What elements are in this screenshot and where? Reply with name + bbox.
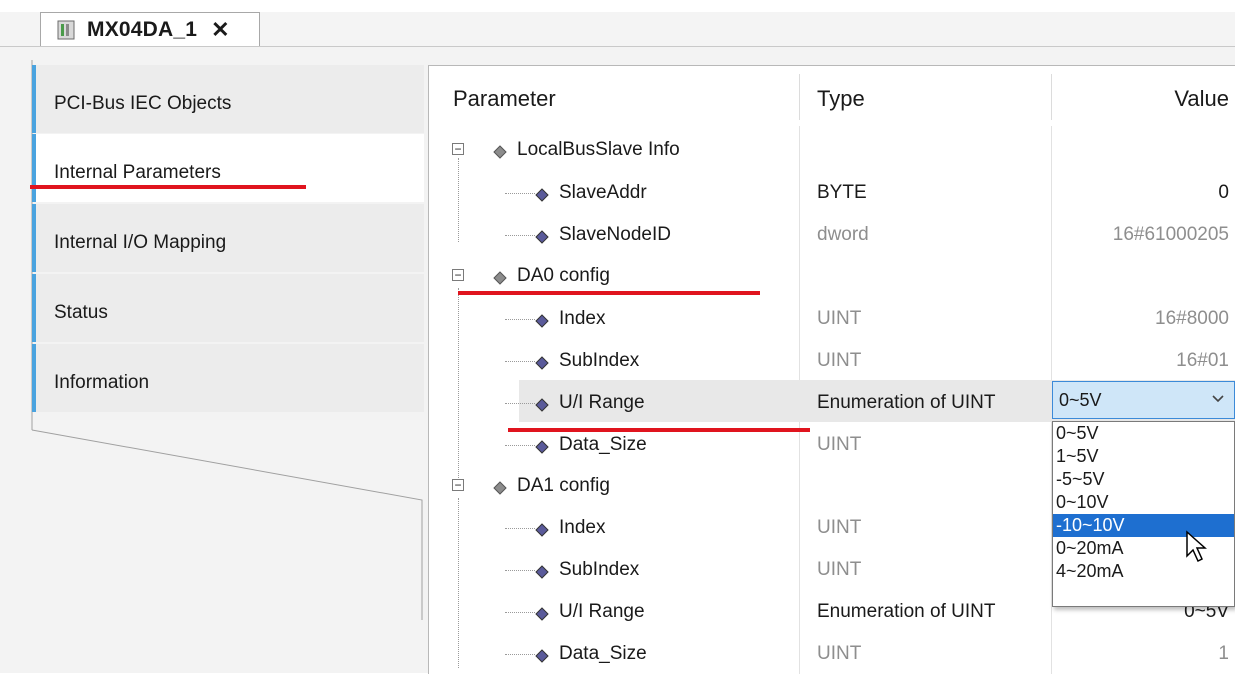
select-value: 0~5V — [1059, 389, 1102, 410]
tree-line — [505, 319, 535, 320]
tree-node-slaveaddr[interactable]: SlaveAddr — [535, 172, 647, 214]
column-divider — [799, 74, 800, 120]
cell-value: 16#01 — [1176, 350, 1229, 371]
tree-line — [458, 288, 459, 484]
cell-type: UINT — [817, 308, 862, 329]
annotation-underline — [508, 428, 810, 432]
device-icon — [57, 20, 75, 40]
collapse-icon[interactable]: − — [452, 479, 464, 491]
cell-type: UINT — [817, 643, 862, 664]
annotation-underline — [30, 185, 306, 189]
tree-node-ui-range[interactable]: U/I Range — [535, 591, 645, 633]
cell-type: Enumeration of UINT — [817, 392, 996, 413]
chevron-down-icon[interactable] — [1210, 390, 1226, 411]
parameter-icon — [535, 438, 549, 454]
parameter-icon — [535, 521, 549, 537]
parameter-group-icon — [493, 143, 507, 159]
collapse-icon[interactable]: − — [452, 269, 464, 281]
cell-value: 16#8000 — [1155, 308, 1229, 329]
close-icon[interactable]: ✕ — [211, 17, 229, 43]
option-1-5v[interactable]: 1~5V — [1053, 445, 1234, 468]
column-divider — [1051, 74, 1052, 120]
parameter-icon — [535, 186, 549, 202]
tree-line — [458, 498, 459, 668]
annotation-underline — [458, 291, 760, 295]
option-0-5v[interactable]: 0~5V — [1053, 422, 1234, 445]
sidebar-item-label: Internal Parameters — [54, 162, 221, 183]
tab-title: MX04DA_1 — [87, 17, 198, 41]
cell-value[interactable]: 0 — [1069, 172, 1229, 214]
tree-line — [505, 570, 535, 571]
tree-node-da1-config[interactable]: DA1 config — [493, 465, 610, 507]
option-neg5-5v[interactable]: -5~5V — [1053, 468, 1234, 491]
tree-node-index[interactable]: Index — [535, 507, 605, 549]
tab-bar: MX04DA_1 ✕ — [0, 12, 1235, 47]
tree-node-index[interactable]: Index — [535, 298, 605, 340]
cell-value: 16#61000205 — [1112, 224, 1229, 245]
top-strip — [0, 0, 1235, 12]
parameter-icon — [535, 563, 549, 579]
sidebar-item-status[interactable]: Status — [32, 274, 424, 342]
tree-line — [505, 445, 535, 446]
sidebar-item-information[interactable]: Information — [32, 344, 424, 412]
column-header-value[interactable]: Value — [1069, 78, 1229, 120]
sidebar-item-internal-io-mapping[interactable]: Internal I/O Mapping — [32, 204, 424, 272]
mouse-pointer-icon — [1186, 530, 1207, 563]
column-header-parameter[interactable]: Parameter — [453, 78, 556, 120]
tree-line — [505, 361, 535, 362]
sidebar-item-label: Information — [54, 372, 150, 393]
tree-line — [505, 235, 535, 236]
sidebar: PCI-Bus IEC Objects Internal Parameters … — [22, 60, 432, 620]
tree-line — [505, 654, 535, 655]
sidebar-item-label: Status — [54, 302, 108, 323]
tree-line — [505, 528, 535, 529]
tree-line — [458, 158, 459, 242]
parameter-group-icon — [493, 269, 507, 285]
parameter-icon — [535, 228, 549, 244]
sidebar-item-internal-parameters[interactable]: Internal Parameters — [32, 134, 424, 202]
sidebar-item-label: Internal I/O Mapping — [54, 232, 227, 253]
cell-value: 1 — [1218, 643, 1229, 664]
parameter-icon — [535, 312, 549, 328]
tree-line — [505, 193, 535, 194]
tree-node-slavenodeid[interactable]: SlaveNodeID — [535, 214, 671, 256]
column-header-type[interactable]: Type — [817, 78, 865, 120]
sidebar-item-label: PCI-Bus IEC Objects — [54, 93, 232, 114]
ui-range-select[interactable]: 0~5V — [1052, 381, 1235, 419]
parameter-group-icon — [493, 479, 507, 495]
option-0-10v[interactable]: 0~10V — [1053, 491, 1234, 514]
tree-line — [505, 403, 535, 404]
cell-type: UINT — [817, 350, 862, 371]
sidebar-item-pci-bus-iec-objects[interactable]: PCI-Bus IEC Objects — [32, 65, 424, 133]
cell-type: UINT — [817, 559, 862, 580]
parameter-icon — [535, 354, 549, 370]
cell-type: UINT — [817, 517, 862, 538]
tree-node-ui-range[interactable]: U/I Range — [535, 382, 645, 424]
editor-tab[interactable]: MX04DA_1 ✕ — [40, 12, 260, 46]
cell-type: Enumeration of UINT — [817, 601, 996, 622]
collapse-icon[interactable]: − — [452, 143, 464, 155]
cell-type: UINT — [817, 434, 862, 455]
tree-node-subindex[interactable]: SubIndex — [535, 549, 639, 591]
tree-node-data-size[interactable]: Data_Size — [535, 633, 647, 675]
tree-node-subindex[interactable]: SubIndex — [535, 340, 639, 382]
cell-type: BYTE — [817, 182, 867, 203]
tree-node-localbusslave-info[interactable]: LocalBusSlave Info — [493, 129, 680, 171]
cell-type: dword — [817, 224, 869, 245]
ui-range-options: 0~5V 1~5V -5~5V 0~10V -10~10V 0~20mA 4~2… — [1052, 421, 1235, 607]
parameter-icon — [535, 605, 549, 621]
tree-line — [505, 612, 535, 613]
parameter-icon — [535, 647, 549, 663]
parameter-icon — [535, 396, 549, 412]
